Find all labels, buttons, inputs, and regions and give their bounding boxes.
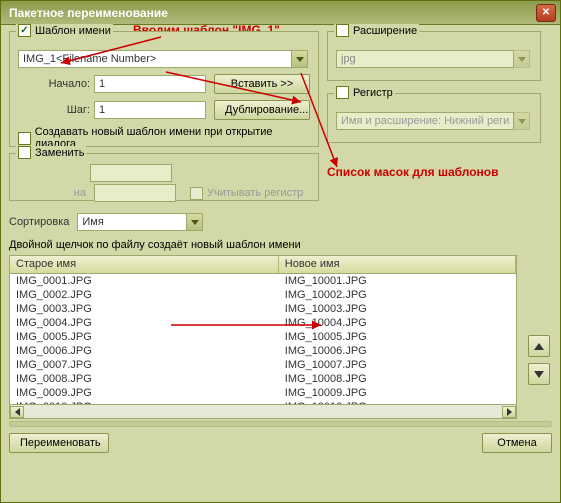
chevron-down-icon (518, 57, 526, 62)
titlebar[interactable]: Пакетное переименование ✕ (1, 1, 560, 25)
chevron-down-icon (191, 220, 199, 225)
table-row[interactable]: IMG_0008.JPGIMG_10008.JPG (10, 372, 516, 386)
name-template-group: ✓ Шаблон имени Начало: Вставить >> (9, 31, 319, 147)
table-row[interactable]: IMG_0003.JPGIMG_10003.JPG (10, 302, 516, 316)
splitter[interactable] (9, 421, 552, 427)
template-input[interactable] (18, 50, 292, 68)
cancel-button[interactable]: Отмена (482, 433, 552, 453)
cell-old: IMG_0008.JPG (10, 372, 279, 386)
extension-group: Расширение (327, 31, 541, 81)
cell-new: IMG_10009.JPG (279, 386, 516, 400)
content-area: Вводим шаблон "IMG_1" ✓ Шаблон имени Нач… (1, 25, 560, 502)
replace-from-input (90, 164, 172, 182)
chevron-down-icon (296, 57, 304, 62)
cell-new: IMG_10006.JPG (279, 344, 516, 358)
match-case-label: Учитывать регистр (207, 187, 303, 199)
horizontal-scrollbar[interactable] (9, 405, 517, 419)
doubleclick-hint: Двойной щелчок по файлу создаёт новый ша… (9, 239, 301, 251)
cell-old: IMG_0005.JPG (10, 330, 279, 344)
window-title: Пакетное переименование (5, 6, 536, 20)
move-down-button[interactable] (528, 363, 550, 385)
cell-old: IMG_0003.JPG (10, 302, 279, 316)
replace-to-input (94, 184, 176, 202)
arrow-down-icon (534, 371, 544, 378)
template-dropdown-button[interactable] (292, 50, 308, 68)
cell-new: IMG_10004.JPG (279, 316, 516, 330)
extension-input (336, 50, 514, 68)
replace-label: Заменить (35, 147, 84, 159)
cell-new: IMG_10010.JPG (279, 400, 516, 404)
table-row[interactable]: IMG_0006.JPGIMG_10006.JPG (10, 344, 516, 358)
extension-label: Расширение (353, 25, 417, 37)
case-dropdown-button (514, 112, 530, 130)
move-up-button[interactable] (528, 335, 550, 357)
cell-old: IMG_0009.JPG (10, 386, 279, 400)
check-icon: ✓ (18, 24, 31, 37)
insert-button[interactable]: Вставить >> (214, 74, 310, 94)
table-body[interactable]: IMG_0001.JPGIMG_10001.JPGIMG_0002.JPGIMG… (10, 274, 516, 404)
step-label: Шаг: (18, 104, 90, 116)
case-label: Регистр (353, 87, 393, 99)
sort-label: Сортировка (9, 216, 69, 228)
col-old[interactable]: Старое имя (10, 256, 279, 273)
annotation-masks: Список масок для шаблонов (327, 165, 541, 179)
cell-old: IMG_0001.JPG (10, 274, 279, 288)
files-table[interactable]: Старое имя Новое имя IMG_0001.JPGIMG_100… (9, 255, 517, 405)
create-new-checkbox[interactable] (18, 132, 31, 145)
cell-old: IMG_0006.JPG (10, 344, 279, 358)
table-row[interactable]: IMG_0001.JPGIMG_10001.JPG (10, 274, 516, 288)
case-select (336, 112, 514, 130)
cell-old: IMG_0004.JPG (10, 316, 279, 330)
table-row[interactable]: IMG_0002.JPGIMG_10002.JPG (10, 288, 516, 302)
table-header: Старое имя Новое имя (10, 256, 516, 274)
chevron-down-icon (518, 119, 526, 124)
unchecked-icon (336, 24, 349, 37)
table-row[interactable]: IMG_0010.JPGIMG_10010.JPG (10, 400, 516, 404)
cell-old: IMG_0010.JPG (10, 400, 279, 404)
arrow-left-icon (15, 408, 20, 416)
cell-new: IMG_10002.JPG (279, 288, 516, 302)
rename-button[interactable]: Переименовать (9, 433, 109, 453)
start-label: Начало: (18, 78, 90, 90)
scroll-left-button[interactable] (10, 406, 24, 418)
cell-new: IMG_10003.JPG (279, 302, 516, 316)
match-case-checkbox (190, 187, 203, 200)
reorder-buttons (528, 335, 550, 385)
cell-old: IMG_0007.JPG (10, 358, 279, 372)
replace-checkbox[interactable]: Заменить (16, 146, 86, 159)
sort-select[interactable] (77, 213, 187, 231)
duplicate-button[interactable]: Дублирование... (214, 100, 310, 120)
cell-new: IMG_10007.JPG (279, 358, 516, 372)
cell-old: IMG_0002.JPG (10, 288, 279, 302)
name-template-checkbox[interactable]: ✓ Шаблон имени (16, 24, 113, 37)
table-row[interactable]: IMG_0004.JPGIMG_10004.JPG (10, 316, 516, 330)
scroll-right-button[interactable] (502, 406, 516, 418)
table-row[interactable]: IMG_0009.JPGIMG_10009.JPG (10, 386, 516, 400)
cell-new: IMG_10008.JPG (279, 372, 516, 386)
unchecked-icon (18, 146, 31, 159)
cell-new: IMG_10005.JPG (279, 330, 516, 344)
case-group: Регистр (327, 93, 541, 143)
step-input[interactable] (94, 101, 206, 119)
case-checkbox[interactable]: Регистр (334, 86, 395, 99)
arrow-right-icon (507, 408, 512, 416)
replace-group: Заменить на Учитывать регистр (9, 153, 319, 201)
extension-checkbox[interactable]: Расширение (334, 24, 419, 37)
replace-to-label: на (18, 187, 86, 199)
start-input[interactable] (94, 75, 206, 93)
cell-new: IMG_10001.JPG (279, 274, 516, 288)
close-button[interactable]: ✕ (536, 4, 556, 22)
arrow-up-icon (534, 343, 544, 350)
name-template-label: Шаблон имени (35, 25, 111, 37)
extension-dropdown-button (514, 50, 530, 68)
sort-dropdown-button[interactable] (187, 213, 203, 231)
unchecked-icon (336, 86, 349, 99)
table-row[interactable]: IMG_0007.JPGIMG_10007.JPG (10, 358, 516, 372)
batch-rename-window: Пакетное переименование ✕ Вводим шаблон … (0, 0, 561, 503)
table-row[interactable]: IMG_0005.JPGIMG_10005.JPG (10, 330, 516, 344)
col-new[interactable]: Новое имя (279, 256, 516, 273)
